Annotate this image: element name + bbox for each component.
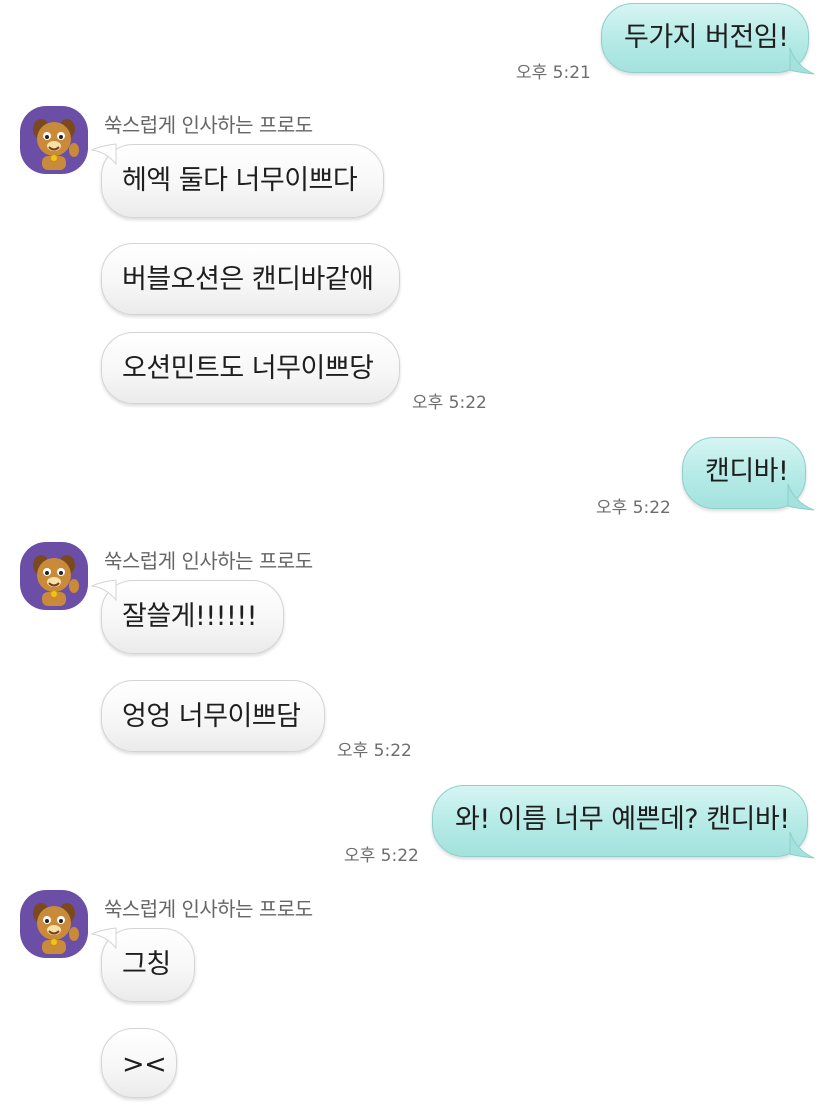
message-text: 오션민트도 너무이쁘당 [122, 353, 374, 384]
message-text: 엉엉 너무이쁘담 [122, 701, 301, 732]
incoming-message-bubble[interactable]: 오션민트도 너무이쁘당 [101, 332, 400, 404]
incoming-message-bubble[interactable]: 버블오션은 캔디바같애 [101, 243, 400, 315]
message-text: 캔디바! [705, 456, 789, 487]
incoming-message-bubble[interactable]: >< [101, 1028, 177, 1098]
bubble-tail [789, 47, 815, 75]
message-text: 그칭 [122, 949, 171, 980]
message-timestamp: 오후 5:22 [596, 498, 671, 518]
frodo-dog-avatar[interactable] [20, 106, 88, 174]
incoming-message-bubble[interactable]: 헤엑 둘다 너무이쁘다 [101, 144, 384, 218]
frodo-dog-avatar[interactable] [20, 542, 88, 610]
message-text: >< [122, 1049, 167, 1080]
message-text: 와! 이름 너무 예쁜데? 캔디바! [455, 804, 790, 835]
bubble-tail [789, 831, 815, 859]
message-text: 잘쓸게!!!!!! [122, 601, 257, 632]
outgoing-message-bubble[interactable]: 두가지 버전임! [601, 3, 809, 73]
sender-name: 쑥스럽게 인사하는 프로도 [104, 897, 313, 921]
outgoing-message-bubble[interactable]: 와! 이름 너무 예쁜데? 캔디바! [432, 785, 808, 857]
sender-name: 쑥스럽게 인사하는 프로도 [104, 549, 313, 573]
message-timestamp: 오후 5:22 [344, 846, 419, 866]
message-timestamp: 오후 5:21 [516, 63, 591, 83]
bubble-tail [787, 483, 815, 511]
sender-name: 쑥스럽게 인사하는 프로도 [104, 113, 313, 137]
frodo-dog-avatar[interactable] [20, 890, 88, 958]
message-timestamp: 오후 5:22 [337, 741, 412, 761]
incoming-message-bubble[interactable]: 잘쓸게!!!!!! [101, 580, 284, 654]
bubble-tail [90, 927, 117, 950]
message-text: 두가지 버전임! [624, 22, 789, 53]
message-text: 헤엑 둘다 너무이쁘다 [122, 165, 358, 196]
bubble-tail [90, 579, 117, 602]
message-text: 버블오션은 캔디바같애 [122, 264, 374, 295]
incoming-message-bubble[interactable]: 엉엉 너무이쁘담 [101, 680, 325, 752]
bubble-tail [90, 143, 117, 166]
message-timestamp: 오후 5:22 [412, 393, 487, 413]
